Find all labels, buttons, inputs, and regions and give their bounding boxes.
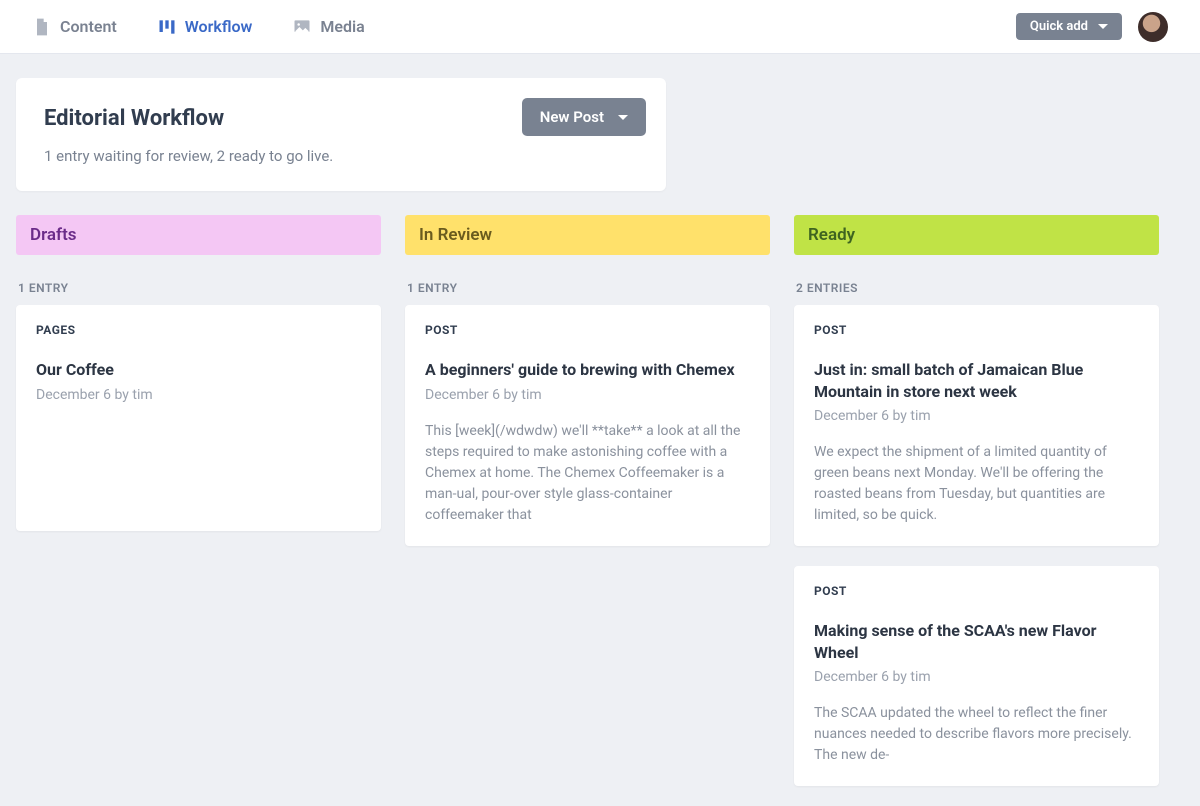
column-ready: Ready 2 ENTRIES POST Just in: small batc… (794, 215, 1159, 806)
card-kind: PAGES (36, 323, 361, 337)
image-icon (292, 17, 312, 37)
nav-media[interactable]: Media (292, 17, 364, 37)
nav-workflow[interactable]: Workflow (157, 17, 253, 37)
nav-workflow-label: Workflow (185, 17, 253, 36)
card-excerpt: The SCAA updated the wheel to reflect th… (814, 703, 1139, 766)
entry-count-review: 1 ENTRY (407, 281, 770, 295)
card-title: A beginners' guide to brewing with Cheme… (425, 359, 750, 381)
quick-add-button[interactable]: Quick add (1016, 13, 1122, 40)
new-post-button[interactable]: New Post (522, 98, 646, 136)
avatar[interactable] (1138, 12, 1168, 42)
card-meta: December 6 by tim (814, 669, 1139, 685)
workflow-header-card: Editorial Workflow 1 entry waiting for r… (16, 78, 666, 191)
nav-content-label: Content (60, 17, 117, 36)
nav-media-label: Media (320, 17, 364, 36)
columns-icon (157, 17, 177, 37)
card-kind: POST (814, 584, 1139, 598)
card-kind: POST (425, 323, 750, 337)
card-excerpt: We expect the shipment of a limited quan… (814, 442, 1139, 526)
column-header-drafts: Drafts (16, 215, 381, 255)
card-title: Making sense of the SCAA's new Flavor Wh… (814, 620, 1139, 663)
card-title: Just in: small batch of Jamaican Blue Mo… (814, 359, 1139, 402)
card-kind: POST (814, 323, 1139, 337)
chevron-down-icon (618, 115, 628, 120)
column-header-review: In Review (405, 215, 770, 255)
column-header-ready: Ready (794, 215, 1159, 255)
card-ready-1[interactable]: POST Making sense of the SCAA's new Flav… (794, 566, 1159, 786)
card-title: Our Coffee (36, 359, 361, 381)
new-post-label: New Post (540, 108, 604, 126)
card-ready-0[interactable]: POST Just in: small batch of Jamaican Bl… (794, 305, 1159, 546)
chevron-down-icon (1098, 24, 1108, 29)
quick-add-label: Quick add (1030, 19, 1088, 34)
column-review: In Review 1 ENTRY POST A beginners' guid… (405, 215, 770, 806)
card-meta: December 6 by tim (36, 387, 361, 403)
document-icon (32, 17, 52, 37)
column-drafts: Drafts 1 ENTRY PAGES Our Coffee December… (16, 215, 381, 806)
top-nav: Content Workflow Media Quick add (0, 0, 1200, 54)
workflow-board: Drafts 1 ENTRY PAGES Our Coffee December… (0, 215, 1200, 806)
entry-count-drafts: 1 ENTRY (18, 281, 381, 295)
card-meta: December 6 by tim (425, 387, 750, 403)
card-review-0[interactable]: POST A beginners' guide to brewing with … (405, 305, 770, 546)
nav-content[interactable]: Content (32, 17, 117, 37)
card-excerpt: This [week](/wdwdw) we'll **take** a loo… (425, 421, 750, 526)
card-drafts-0[interactable]: PAGES Our Coffee December 6 by tim (16, 305, 381, 531)
page-subtitle: 1 entry waiting for review, 2 ready to g… (44, 147, 638, 165)
card-meta: December 6 by tim (814, 408, 1139, 424)
entry-count-ready: 2 ENTRIES (796, 281, 1159, 295)
